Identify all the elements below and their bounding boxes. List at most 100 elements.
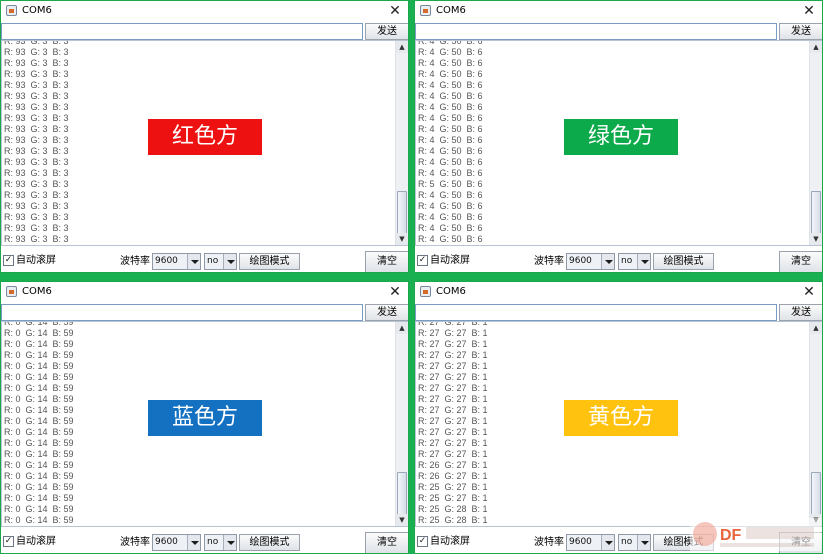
scroll-thumb[interactable]: [397, 191, 407, 235]
close-icon[interactable]: ✕: [800, 283, 818, 301]
log-line: R: 4 G: 50 B: 6: [418, 69, 483, 79]
line-ending-value: no: [621, 256, 633, 266]
line-ending-select[interactable]: no: [618, 253, 651, 270]
send-input[interactable]: [1, 23, 363, 40]
scroll-down-icon[interactable]: ▼: [396, 233, 408, 245]
title-bar[interactable]: COM6 ✕: [1, 282, 408, 302]
bottom-toolbar: ✓ 自动滚屏 波特率 9600 no 绘图模式 清空: [1, 527, 408, 553]
log-line: R: 4 G: 50 B: 6: [418, 40, 483, 46]
plot-mode-button[interactable]: 绘图模式: [239, 534, 300, 551]
scroll-thumb[interactable]: [811, 191, 821, 235]
bottom-toolbar: ✓ 自动滚屏 波特率 9600 no 绘图模式 清空: [1, 246, 408, 272]
baud-rate-value: 9600: [569, 537, 592, 547]
log-line: R: 0 G: 14 B: 59: [4, 339, 74, 349]
title-bar[interactable]: COM6 ✕: [1, 1, 408, 21]
chevron-down-icon[interactable]: [601, 535, 614, 550]
plot-mode-button[interactable]: 绘图模式: [653, 253, 714, 270]
vertical-scrollbar[interactable]: ▲ ▼: [809, 322, 822, 526]
vertical-scrollbar[interactable]: ▲ ▼: [809, 41, 822, 245]
chevron-down-icon[interactable]: [637, 254, 650, 269]
scroll-up-icon[interactable]: ▲: [396, 322, 408, 334]
scroll-down-icon[interactable]: ▼: [810, 233, 822, 245]
baud-rate-select[interactable]: 9600: [566, 253, 615, 270]
chevron-down-icon[interactable]: [223, 254, 236, 269]
clear-button[interactable]: 清空: [365, 251, 408, 272]
log-line: R: 93 G: 3 B: 3: [4, 234, 69, 244]
autoscroll-checkbox[interactable]: ✓: [417, 255, 428, 266]
baud-rate-label: 波特率: [120, 537, 150, 548]
log-line: R: 4 G: 50 B: 6: [418, 80, 483, 90]
line-ending-select[interactable]: no: [618, 534, 651, 551]
log-line: R: 27 G: 27 B: 1: [418, 372, 488, 382]
line-ending-value: no: [207, 537, 219, 547]
scroll-down-icon[interactable]: ▼: [396, 514, 408, 526]
scroll-up-icon[interactable]: ▲: [810, 41, 822, 53]
scroll-thumb[interactable]: [397, 472, 407, 516]
plot-mode-button[interactable]: 绘图模式: [239, 253, 300, 270]
vertical-scrollbar[interactable]: ▲ ▼: [395, 41, 408, 245]
chevron-down-icon[interactable]: [187, 254, 200, 269]
baud-rate-select[interactable]: 9600: [566, 534, 615, 551]
close-icon[interactable]: ✕: [386, 283, 404, 301]
color-label-banner: 黄色方块: [564, 400, 678, 466]
log-line: R: 93 G: 3 B: 3: [4, 91, 69, 101]
autoscroll-checkbox[interactable]: ✓: [3, 255, 14, 266]
vertical-scrollbar[interactable]: ▲ ▼: [395, 322, 408, 526]
clear-button[interactable]: 清空: [365, 532, 408, 553]
send-input[interactable]: [415, 304, 777, 321]
send-input[interactable]: [1, 304, 363, 321]
log-line: R: 0 G: 14 B: 59: [4, 361, 74, 371]
window-title: COM6: [436, 286, 466, 297]
close-icon[interactable]: ✕: [800, 2, 818, 20]
autoscroll-checkbox[interactable]: ✓: [417, 536, 428, 547]
send-button[interactable]: 发送: [365, 304, 408, 321]
line-ending-select[interactable]: no: [204, 253, 237, 270]
log-line: R: 93 G: 3 B: 3: [4, 223, 69, 233]
log-line: R: 4 G: 50 B: 6: [418, 201, 483, 211]
send-input[interactable]: [415, 23, 777, 40]
log-line: R: 93 G: 3 B: 3: [4, 69, 69, 79]
send-button[interactable]: 发送: [779, 23, 822, 40]
watermark-logo: DF: [690, 518, 821, 551]
send-button[interactable]: 发送: [779, 304, 822, 321]
log-line: R: 93 G: 3 B: 3: [4, 47, 69, 57]
bottom-toolbar: ✓ 自动滚屏 波特率 9600 no 绘图模式 清空: [415, 246, 822, 272]
baud-rate-value: 9600: [155, 256, 178, 266]
autoscroll-label: 自动滚屏: [430, 255, 470, 266]
log-line: R: 0 G: 14 B: 59: [4, 350, 74, 360]
log-line: R: 4 G: 50 B: 6: [418, 212, 483, 222]
line-ending-value: no: [207, 256, 219, 266]
log-line: R: 93 G: 3 B: 3: [4, 102, 69, 112]
send-button[interactable]: 发送: [365, 23, 408, 40]
log-line: R: 26 G: 27 B: 1: [418, 471, 488, 481]
watermark-text: DF: [720, 527, 742, 544]
log-line: R: 93 G: 3 B: 3: [4, 80, 69, 90]
chevron-down-icon[interactable]: [223, 535, 236, 550]
clear-button[interactable]: 清空: [779, 251, 822, 272]
color-label-banner: 绿色方块: [564, 119, 678, 185]
autoscroll-label: 自动滚屏: [16, 255, 56, 266]
color-label-banner: 蓝色方块: [148, 400, 262, 466]
scroll-thumb[interactable]: [811, 472, 821, 516]
baud-rate-select[interactable]: 9600: [152, 534, 201, 551]
log-line: R: 25 G: 28 B: 1: [418, 504, 488, 514]
title-bar[interactable]: COM6 ✕: [415, 1, 822, 21]
log-line: R: 27 G: 27 B: 1: [418, 321, 488, 327]
log-line: R: 93 G: 3 B: 3: [4, 201, 69, 211]
close-icon[interactable]: ✕: [386, 2, 404, 20]
serial-monitor-window-3: COM6 ✕ 发送 R: 0 G: 14 B: 59 R: 0 G: 14 B: …: [0, 281, 409, 554]
chevron-down-icon[interactable]: [637, 535, 650, 550]
log-line: R: 27 G: 27 B: 1: [418, 350, 488, 360]
chevron-down-icon[interactable]: [601, 254, 614, 269]
line-ending-value: no: [621, 537, 633, 547]
scroll-up-icon[interactable]: ▲: [396, 41, 408, 53]
chevron-down-icon[interactable]: [187, 535, 200, 550]
line-ending-select[interactable]: no: [204, 534, 237, 551]
title-bar[interactable]: COM6 ✕: [415, 282, 822, 302]
log-line: R: 0 G: 14 B: 59: [4, 321, 74, 327]
baud-rate-select[interactable]: 9600: [152, 253, 201, 270]
scroll-up-icon[interactable]: ▲: [810, 322, 822, 334]
log-line: R: 4 G: 50 B: 6: [418, 102, 483, 112]
autoscroll-checkbox[interactable]: ✓: [3, 536, 14, 547]
log-line: R: 93 G: 3 B: 3: [4, 58, 69, 68]
